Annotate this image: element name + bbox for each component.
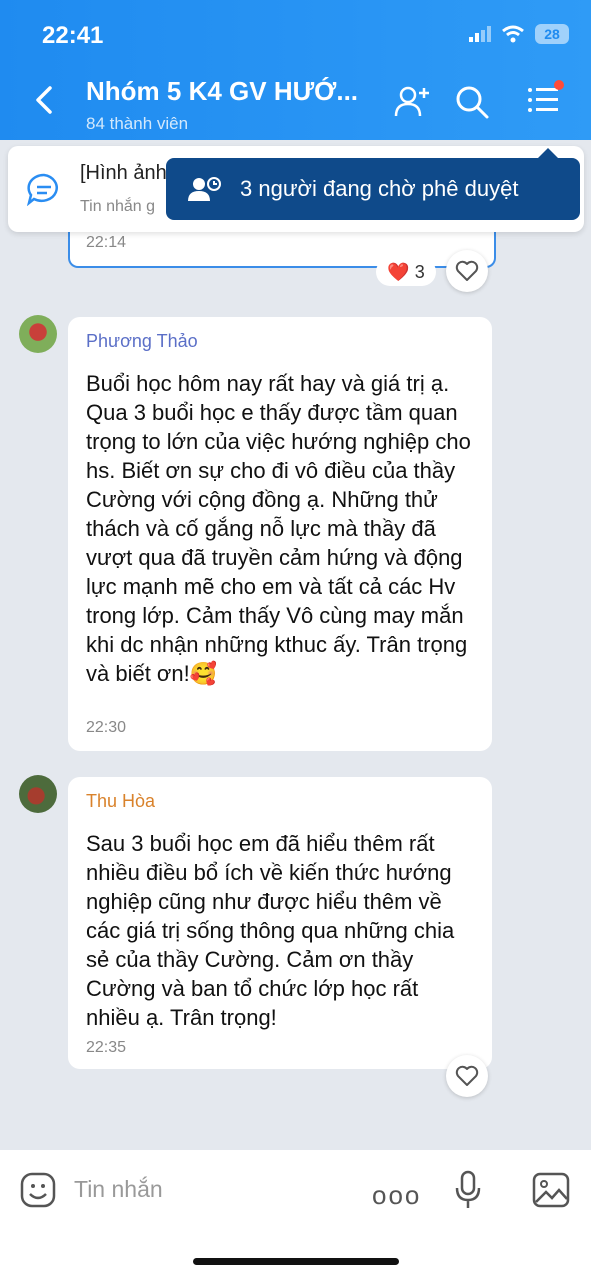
avatar-thu-hoa[interactable] — [19, 775, 57, 813]
pinned-text: [Hình ảnh] — [80, 162, 173, 184]
back-arrow-icon[interactable] — [34, 84, 54, 116]
message-bubble[interactable]: Thu Hòa Sau 3 buổi học em đã hiểu thêm r… — [68, 777, 492, 1069]
pinned-subtext: Tin nhắn g — [80, 198, 156, 215]
group-title[interactable]: Nhóm 5 K4 GV HƯỚ... — [86, 76, 358, 107]
reaction-badge[interactable]: ❤️ 3 — [376, 258, 436, 286]
add-member-icon[interactable] — [394, 84, 432, 120]
pending-member-icon — [188, 177, 221, 201]
search-icon[interactable] — [454, 84, 490, 120]
like-button[interactable] — [446, 250, 488, 292]
heart-outline-icon — [455, 260, 479, 281]
wifi-icon — [502, 25, 524, 43]
heart-reaction: ❤️ — [387, 262, 410, 282]
sender-name[interactable]: Thu Hòa — [86, 791, 155, 812]
notification-dot — [554, 80, 564, 90]
status-icons: 28 — [469, 24, 569, 44]
heart-outline-icon — [455, 1065, 479, 1086]
image-gallery-icon[interactable] — [532, 1172, 570, 1208]
status-time: 22:41 — [42, 22, 104, 49]
avatar-phuong-thao[interactable] — [19, 315, 57, 353]
message-text: Buổi học hôm nay rất hay và giá trị ạ. Q… — [86, 371, 471, 686]
sender-name[interactable]: Phương Thảo — [86, 331, 198, 352]
message-text: Sau 3 buổi học em đã hiểu thêm rất nhiều… — [86, 831, 455, 1030]
message-time: 22:35 — [86, 1039, 127, 1056]
menu-button[interactable] — [526, 80, 564, 116]
more-options-icon[interactable]: ooo — [372, 1180, 421, 1211]
like-button[interactable] — [446, 1055, 488, 1097]
tooltip-text: 3 người đang chờ phê duyệt — [240, 176, 519, 201]
tooltip-arrow — [538, 148, 558, 158]
pending-approval-tooltip[interactable]: 3 người đang chờ phê duyệt — [166, 148, 580, 220]
message-time: 22:14 — [86, 234, 127, 251]
message-bubble[interactable]: Phương Thảo Buổi học hôm nay rất hay và … — [68, 317, 492, 751]
member-count[interactable]: 84 thành viên — [86, 114, 188, 134]
chat-bubble-icon — [26, 173, 58, 206]
sticker-icon[interactable] — [20, 1172, 56, 1208]
message-input[interactable]: Tin nhắn — [74, 1176, 163, 1203]
microphone-icon[interactable] — [454, 1170, 482, 1210]
home-indicator — [193, 1258, 399, 1265]
message-time: 22:30 — [86, 719, 127, 736]
reaction-count: 3 — [414, 262, 425, 282]
chat-header: 22:41 28 Nhóm 5 K4 GV HƯỚ... 84 thành vi… — [0, 0, 591, 140]
signal-icon — [469, 26, 491, 42]
battery-indicator: 28 — [535, 24, 569, 44]
